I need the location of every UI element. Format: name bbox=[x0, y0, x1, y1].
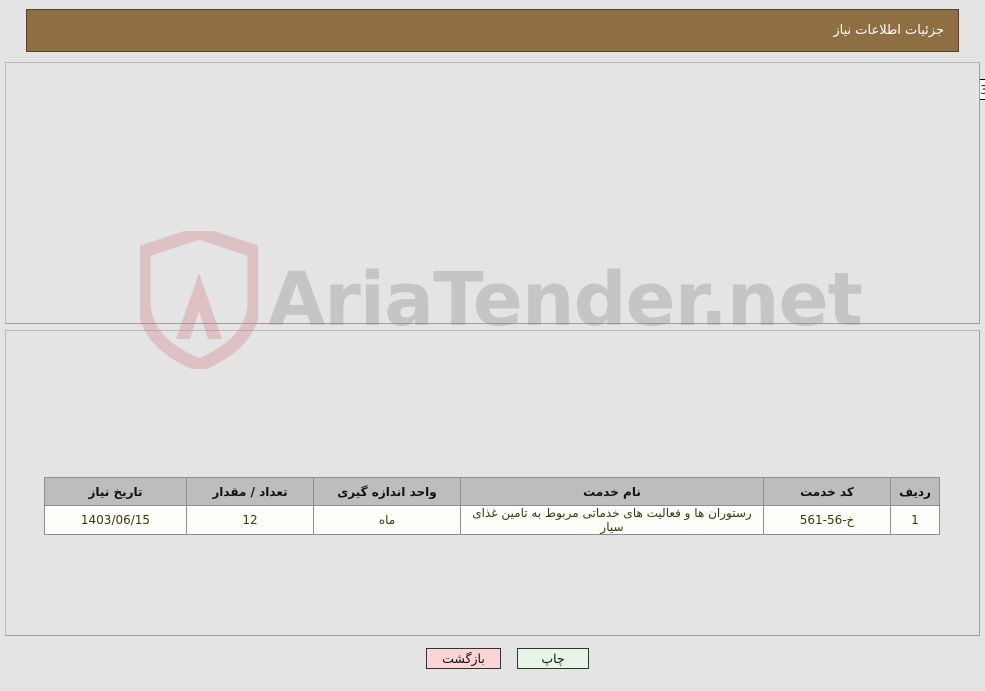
print-button[interactable]: چاپ bbox=[517, 648, 589, 669]
col-qty: تعداد / مقدار bbox=[186, 477, 314, 506]
col-code: کد خدمت bbox=[763, 477, 891, 506]
table-header-row: ردیف کد خدمت نام خدمت واحد اندازه گیری ت… bbox=[44, 477, 940, 506]
cell-unit: ماه bbox=[313, 505, 461, 535]
back-button[interactable]: بازگشت bbox=[426, 648, 501, 669]
col-name: نام خدمت bbox=[460, 477, 764, 506]
cell-index: 1 bbox=[890, 505, 940, 535]
page-header: جزئیات اطلاعات نیاز bbox=[26, 9, 959, 52]
table-row: 1 خ-56-561 رستوران ها و فعالیت های خدمات… bbox=[44, 505, 940, 535]
services-table: ردیف کد خدمت نام خدمت واحد اندازه گیری ت… bbox=[44, 477, 940, 535]
need-info-panel bbox=[5, 62, 980, 324]
page-title: جزئیات اطلاعات نیاز bbox=[833, 23, 944, 38]
col-unit: واحد اندازه گیری bbox=[313, 477, 461, 506]
cell-date: 1403/06/15 bbox=[44, 505, 187, 535]
col-date: تاریخ نیاز bbox=[44, 477, 187, 506]
cell-qty: 12 bbox=[186, 505, 314, 535]
col-index: ردیف bbox=[890, 477, 940, 506]
cell-code: خ-56-561 bbox=[763, 505, 891, 535]
cell-name: رستوران ها و فعالیت های خدماتی مربوط به … bbox=[460, 505, 764, 535]
